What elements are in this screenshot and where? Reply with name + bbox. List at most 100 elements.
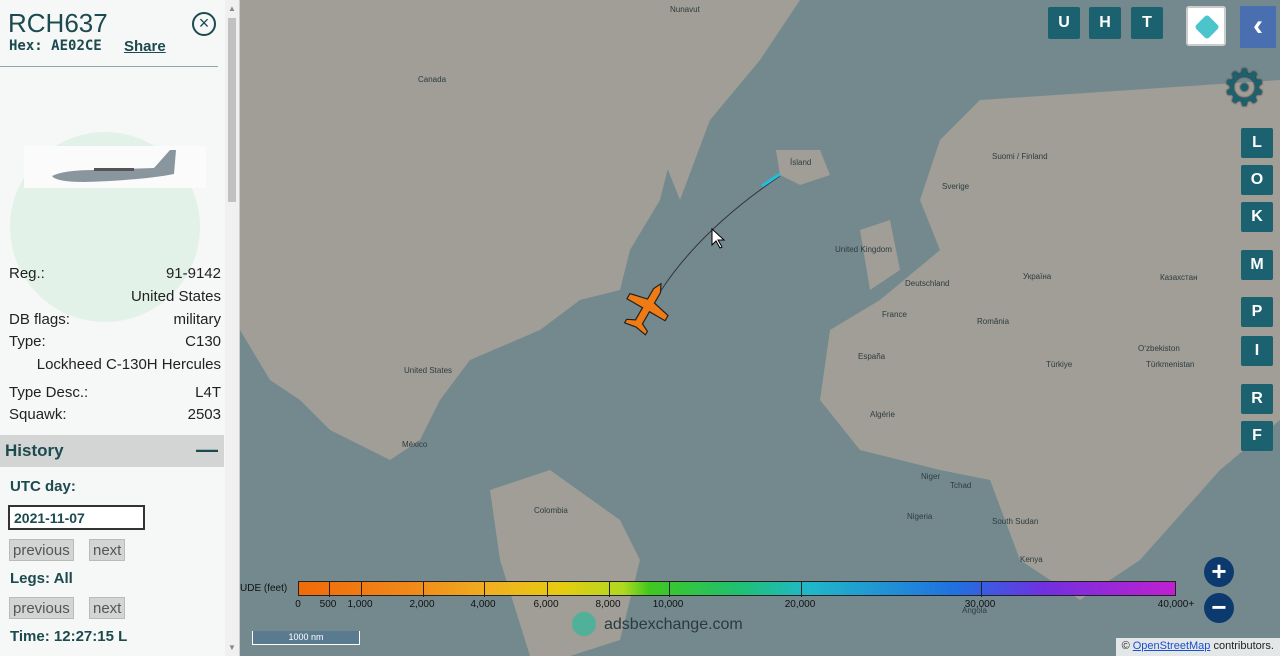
map-land (240, 0, 1280, 656)
map-button-i[interactable]: I (1241, 336, 1273, 366)
map-label: Nunavut (670, 5, 700, 14)
day-next-button[interactable]: next (89, 539, 126, 561)
map-label: Türkmenistan (1146, 360, 1195, 369)
day-previous-button[interactable]: previous (9, 539, 74, 561)
mouse-cursor-icon (711, 227, 726, 249)
map-button-t[interactable]: T (1131, 7, 1163, 39)
reg-value: 91-9142 (165, 265, 221, 282)
collapse-sidebar-button[interactable]: ‹ (1240, 6, 1276, 48)
layers-button[interactable] (1186, 6, 1226, 46)
scroll-thumb[interactable] (228, 18, 236, 202)
map-label: România (977, 317, 1010, 326)
map-label: Oʻzbekiston (1138, 344, 1180, 353)
map-label: Türkiye (1046, 360, 1073, 369)
typedesc-row: Type Desc.: L4T (9, 384, 221, 401)
attribution-suffix: contributors. (1210, 640, 1274, 652)
squawk-value: 2503 (187, 406, 221, 423)
map-label: France (882, 310, 907, 319)
map-button-h[interactable]: H (1089, 7, 1121, 39)
time-label: Time: 12:27:15 L (10, 628, 128, 645)
type-label: Type: (9, 333, 46, 350)
aircraft-photo[interactable] (24, 146, 206, 188)
map-label: Україна (1023, 272, 1052, 281)
map[interactable]: Nunavut Canada Ísland Sverige Suomi / Finlan… (240, 0, 1280, 656)
typename-row: Lockheed C-130H Hercules (9, 356, 221, 373)
map-label: Canada (418, 75, 447, 84)
map-button-u[interactable]: U (1048, 7, 1080, 39)
map-label: Tchad (950, 481, 972, 490)
watermark: adsbexchange.com (604, 616, 743, 633)
map-label: United Kingdom (835, 245, 892, 254)
scroll-down-icon[interactable]: ▼ (228, 643, 236, 652)
sidebar-scrollbar[interactable]: ▲ ▼ (225, 0, 239, 656)
map-label: United States (404, 366, 453, 375)
map-button-o[interactable]: O (1241, 165, 1273, 195)
map-label: Algérie (870, 410, 895, 419)
legend-tick-label: 6,000 (533, 599, 559, 610)
legend-tick (329, 582, 330, 597)
reg-row: Reg.: 91-9142 (9, 265, 221, 282)
map-button-l[interactable]: L (1241, 128, 1273, 158)
map-button-f[interactable]: F (1241, 421, 1273, 451)
dbflags-label: DB flags: (9, 311, 70, 328)
map-label: Sverige (942, 182, 970, 191)
legend-tick (361, 582, 362, 597)
country-row: United States (9, 288, 221, 305)
map-button-r[interactable]: R (1241, 384, 1273, 414)
legend-tick-label: 30,000 (964, 599, 996, 610)
map-label: Nigeria (907, 512, 933, 521)
map-label: México (402, 440, 428, 449)
legend-tick (484, 582, 485, 597)
type-row: Type: C130 (9, 333, 221, 350)
type-value: C130 (185, 333, 221, 350)
leg-next-button[interactable]: next (89, 597, 126, 619)
leg-previous-button[interactable]: previous (9, 597, 74, 619)
attribution: © OpenStreetMap contributors. (1115, 638, 1280, 656)
layers-icon (1194, 14, 1220, 40)
country-value: United States (130, 288, 221, 305)
legend-tick-label: 500 (319, 599, 337, 610)
map-label: Kenya (1020, 555, 1043, 564)
dbflags-row: DB flags: military (9, 311, 221, 328)
map-button-k[interactable]: K (1241, 202, 1273, 232)
history-header[interactable]: History — (0, 435, 224, 467)
map-label: Ísland (790, 158, 812, 167)
zoom-in-button[interactable]: + (1204, 557, 1234, 587)
utc-day-input[interactable] (8, 505, 145, 530)
collapse-icon[interactable]: — (196, 437, 218, 463)
callsign: RCH637 (8, 8, 108, 38)
legend-tick (981, 582, 982, 597)
legend-tick (547, 582, 548, 597)
scale-bar: 1000 nm (252, 631, 360, 645)
close-icon[interactable]: × (192, 12, 216, 36)
hex-line: Hex: AE02CE (9, 38, 102, 54)
legend-tick-label: 8,000 (595, 599, 621, 610)
copyright: © (1121, 640, 1133, 652)
legend-tick-label: 20,000 (784, 599, 816, 610)
map-label: South Sudan (992, 517, 1039, 526)
share-link[interactable]: Share (124, 38, 166, 55)
map-button-m[interactable]: M (1241, 250, 1273, 280)
dbflags-value: military (173, 311, 222, 328)
scroll-up-icon[interactable]: ▲ (228, 4, 236, 13)
map-button-p[interactable]: P (1241, 297, 1273, 327)
map-label: Colombia (534, 506, 568, 515)
legend-tick-label: 1,000 (347, 599, 373, 610)
legend-tick (801, 582, 802, 597)
legend-tick-label: 0 (295, 599, 301, 610)
map-label: Казахстан (1160, 273, 1198, 282)
hex-code: AE02CE (51, 38, 102, 54)
squawk-row: Squawk: 2503 (9, 406, 221, 423)
legend-tick (609, 582, 610, 597)
osm-link[interactable]: OpenStreetMap (1133, 640, 1211, 652)
settings-gear-icon[interactable]: ⚙ (1222, 60, 1267, 116)
zoom-out-button[interactable]: − (1204, 593, 1234, 623)
altitude-color-bar (298, 581, 1176, 597)
history-title: History (5, 441, 64, 460)
hex-label: Hex: (9, 38, 43, 54)
typedesc-label: Type Desc.: (9, 384, 89, 401)
adsbx-logo-icon (572, 612, 596, 636)
utc-day-label: UTC day: (10, 478, 76, 495)
map-label: Niger (921, 472, 941, 481)
legend-tick-label: 4,000 (470, 599, 496, 610)
